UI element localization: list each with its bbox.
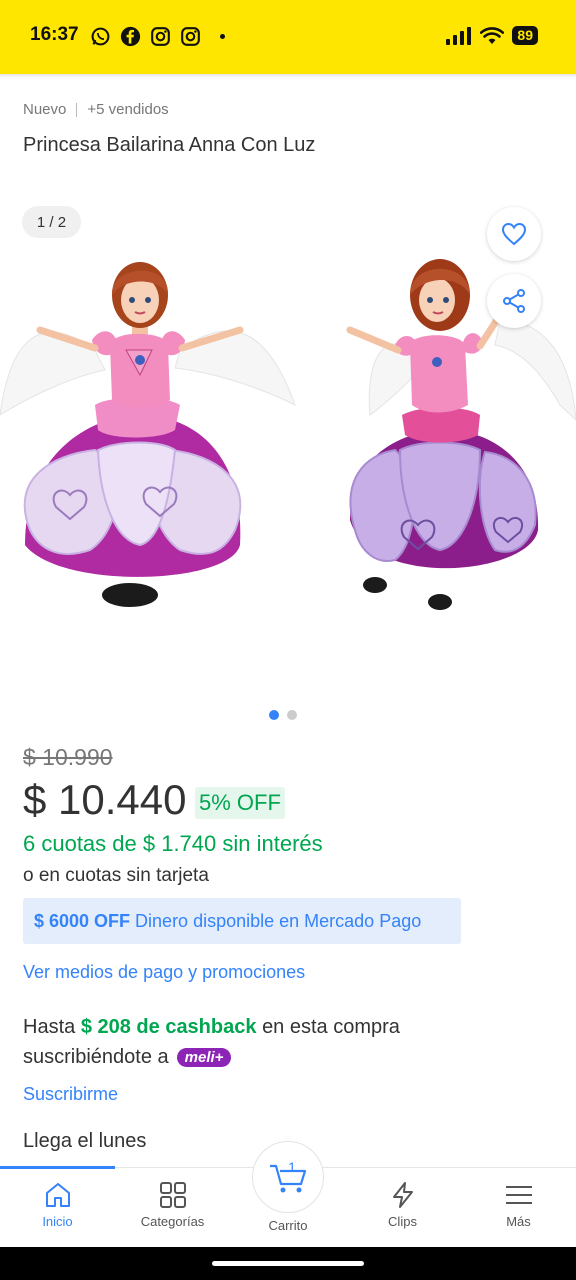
grid-icon — [159, 1182, 186, 1208]
lightning-icon — [392, 1182, 413, 1208]
status-right: 89 — [446, 26, 538, 45]
tab-label: Inicio — [42, 1214, 73, 1229]
cashback-prefix: Hasta — [23, 1016, 76, 1038]
instagram-icon — [151, 27, 170, 46]
cart-button[interactable]: 1 — [252, 1141, 324, 1213]
product-condition: Nuevo +5 vendidos — [23, 101, 169, 118]
cashback-line2: suscribiéndote a — [23, 1046, 169, 1068]
instagram-icon — [181, 27, 200, 46]
promo-text: Dinero disponible en Mercado Pago — [135, 910, 422, 931]
tab-label: Clips — [388, 1214, 417, 1229]
discount-badge: 5% OFF — [195, 787, 285, 819]
active-tab-indicator — [0, 1166, 115, 1169]
promo-banner[interactable]: $ 6000 OFF Dinero disponible en Mercado … — [23, 898, 461, 944]
tab-clips[interactable]: Clips — [345, 1180, 460, 1229]
home-icon — [45, 1183, 70, 1207]
meli-plus-logo: meli+ — [176, 1048, 232, 1067]
tab-mas[interactable]: Más — [461, 1180, 576, 1229]
header-shadow — [0, 74, 576, 78]
tab-label: Más — [506, 1214, 531, 1229]
product-image-gallery[interactable] — [0, 200, 576, 700]
tab-inicio[interactable]: Inicio — [0, 1180, 115, 1229]
subscribe-link[interactable]: Suscribirme — [23, 1084, 118, 1105]
share-button[interactable] — [487, 274, 541, 328]
payment-methods-link[interactable]: Ver medios de pago y promociones — [23, 962, 305, 983]
tab-categorias[interactable]: Categorías — [115, 1180, 230, 1229]
pagination-dot[interactable] — [287, 710, 297, 720]
facebook-icon — [120, 26, 141, 47]
wifi-icon — [480, 26, 505, 44]
signal-icon — [446, 26, 472, 45]
installments-no-card: o en cuotas sin tarjeta — [23, 865, 209, 886]
product-title: Princesa Bailarina Anna Con Luz — [23, 134, 316, 156]
doll-image-1 — [0, 262, 296, 607]
sold-count: +5 vendidos — [87, 101, 169, 118]
product-image — [0, 259, 576, 610]
current-price: $ 10.440 — [23, 776, 187, 823]
condition-label: Nuevo — [23, 101, 67, 118]
favorite-button[interactable] — [487, 207, 541, 261]
delivery-info: Llega el lunes — [23, 1130, 147, 1152]
notification-dot — [220, 34, 225, 39]
status-app-icons — [90, 26, 225, 47]
home-indicator[interactable] — [212, 1261, 364, 1266]
cashback-info: Hasta $ 208 de cashback en esta compra — [23, 1016, 400, 1039]
gallery-counter: 1 / 2 — [22, 206, 81, 238]
divider — [76, 102, 78, 117]
status-bar: 16:37 89 — [0, 0, 576, 74]
installments-text: 6 cuotas de $ 1.740 sin interés — [23, 831, 323, 856]
gallery-pagination — [269, 710, 297, 720]
cart-count-badge: 1 — [288, 1159, 296, 1175]
doll-image-2 — [346, 259, 576, 610]
promo-amount: $ 6000 OFF — [34, 910, 131, 931]
menu-icon — [505, 1186, 532, 1204]
cashback-subscription: suscribiéndote a meli+ — [23, 1046, 232, 1069]
tab-label: Categorías — [140, 1214, 205, 1229]
cashback-suffix: en esta compra — [262, 1016, 400, 1038]
battery-indicator: 89 — [512, 26, 538, 45]
status-time: 16:37 — [30, 24, 79, 45]
pagination-dot-active[interactable] — [269, 710, 279, 720]
tab-label-carrito: Carrito — [268, 1218, 308, 1233]
original-price: $ 10.990 — [23, 744, 113, 770]
cashback-amount: $ 208 de cashback — [80, 1016, 257, 1038]
heart-icon — [501, 222, 527, 246]
share-icon — [503, 289, 525, 313]
whatsapp-icon — [91, 27, 110, 46]
cart-icon: 1 — [270, 1159, 307, 1193]
